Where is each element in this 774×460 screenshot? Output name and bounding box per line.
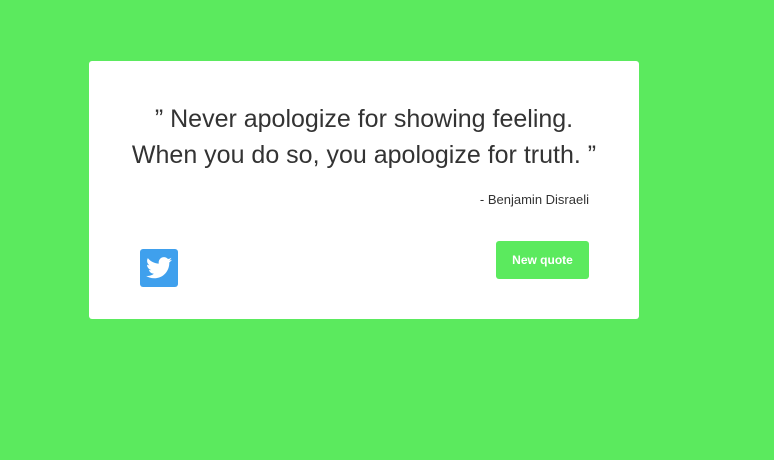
quote-text-line-1: ” Never apologize for showing feeling. <box>154 105 574 133</box>
quote-text: ” Never apologize for showing feeling. W… <box>119 101 609 173</box>
new-quote-button[interactable]: New quote <box>496 241 589 279</box>
quote-text-line-2: When you do so, you apologize for truth.… <box>131 141 597 169</box>
page-background: { "theme": { "background_color": "#5bea5… <box>0 0 774 460</box>
twitter-bird-icon <box>146 257 172 279</box>
tweet-quote-button[interactable] <box>140 249 178 287</box>
quote-card: ” Never apologize for showing feeling. W… <box>89 61 639 319</box>
quote-author: - Benjamin Disraeli <box>479 192 589 207</box>
